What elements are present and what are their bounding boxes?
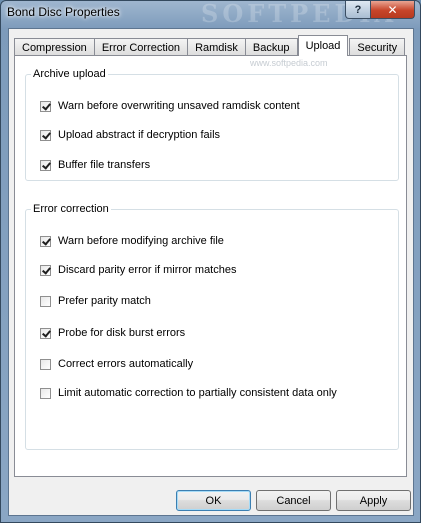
discard-parity-error-checkbox[interactable]: Discard parity error if mirror matches bbox=[40, 264, 236, 276]
error-correction-legend: Error correction bbox=[33, 203, 109, 215]
close-button[interactable]: ✕ bbox=[370, 1, 415, 19]
properties-window: SOFTPEDIA Bond Disc Properties ? ✕ Compr… bbox=[0, 0, 421, 523]
tab-compression[interactable]: Compression bbox=[14, 38, 95, 56]
title-bar[interactable]: SOFTPEDIA Bond Disc Properties ? ✕ bbox=[1, 0, 420, 28]
tab-upload[interactable]: Upload bbox=[297, 35, 349, 56]
warn-modify-archive-checkbox[interactable]: Warn before modifying archive file bbox=[40, 235, 224, 247]
buffer-file-transfers-checkbox[interactable]: Buffer file transfers bbox=[40, 159, 150, 171]
checkbox-label: Upload abstract if decryption fails bbox=[58, 129, 221, 141]
checkbox-box[interactable] bbox=[40, 159, 51, 171]
checkbox-label: Warn before modifying archive file bbox=[58, 235, 224, 247]
tab-security[interactable]: Security bbox=[349, 38, 406, 56]
checkbox-box[interactable] bbox=[40, 100, 51, 112]
warn-overwrite-ramdisk-checkbox[interactable]: Warn before overwriting unsaved ramdisk … bbox=[40, 100, 300, 112]
checkbox-label: Limit automatic correction to partially … bbox=[58, 387, 337, 399]
help-button[interactable]: ? bbox=[345, 1, 371, 19]
checkbox-label: Buffer file transfers bbox=[58, 159, 151, 171]
window-title: Bond Disc Properties bbox=[7, 5, 120, 19]
checkbox-label: Discard parity error if mirror matches bbox=[58, 264, 237, 276]
tab-ramdisk[interactable]: Ramdisk bbox=[187, 38, 246, 56]
probe-burst-errors-checkbox[interactable]: Probe for disk burst errors bbox=[40, 327, 185, 339]
prefer-parity-match-checkbox[interactable]: Prefer parity match bbox=[40, 295, 151, 307]
archive-upload-legend: Archive upload bbox=[33, 68, 106, 80]
checkbox-label: Warn before overwriting unsaved ramdisk … bbox=[58, 100, 300, 112]
cancel-button[interactable]: Cancel bbox=[256, 490, 331, 511]
checkbox-box[interactable] bbox=[40, 358, 51, 370]
apply-button[interactable]: Apply bbox=[336, 490, 411, 511]
close-icon: ✕ bbox=[387, 2, 398, 17]
checkbox-box[interactable] bbox=[40, 235, 51, 247]
softpedia-url-watermark: www.softpedia.com bbox=[250, 58, 328, 68]
checkbox-box[interactable] bbox=[40, 264, 51, 276]
checkbox-label: Correct errors automatically bbox=[58, 358, 194, 370]
checkbox-box[interactable] bbox=[40, 129, 51, 141]
upload-tab-panel: www.softpedia.com Archive upload Warn be… bbox=[14, 55, 407, 477]
error-correction-group: Error correction Warn before modifying a… bbox=[25, 203, 399, 450]
checkbox-box[interactable] bbox=[40, 295, 51, 307]
help-icon: ? bbox=[354, 3, 362, 16]
dialog-button-bar: OK Cancel Apply bbox=[9, 484, 413, 512]
ok-button[interactable]: OK bbox=[176, 490, 251, 511]
archive-upload-group: Archive upload Warn before overwriting u… bbox=[25, 68, 399, 181]
limit-auto-correction-checkbox[interactable]: Limit automatic correction to partially … bbox=[40, 387, 337, 399]
tab-backup[interactable]: Backup bbox=[244, 38, 298, 56]
dialog-client-area: Compression Error Correction Ramdisk Bac… bbox=[8, 28, 414, 516]
correct-errors-automatically-checkbox[interactable]: Correct errors automatically bbox=[40, 358, 193, 370]
tab-strip: Compression Error Correction Ramdisk Bac… bbox=[14, 35, 406, 56]
checkbox-box[interactable] bbox=[40, 327, 51, 339]
tab-error-correction[interactable]: Error Correction bbox=[93, 38, 189, 56]
checkbox-box[interactable] bbox=[40, 387, 51, 399]
upload-abstract-checkbox[interactable]: Upload abstract if decryption fails bbox=[40, 129, 220, 141]
checkbox-label: Prefer parity match bbox=[58, 295, 151, 307]
checkbox-label: Probe for disk burst errors bbox=[58, 327, 186, 339]
